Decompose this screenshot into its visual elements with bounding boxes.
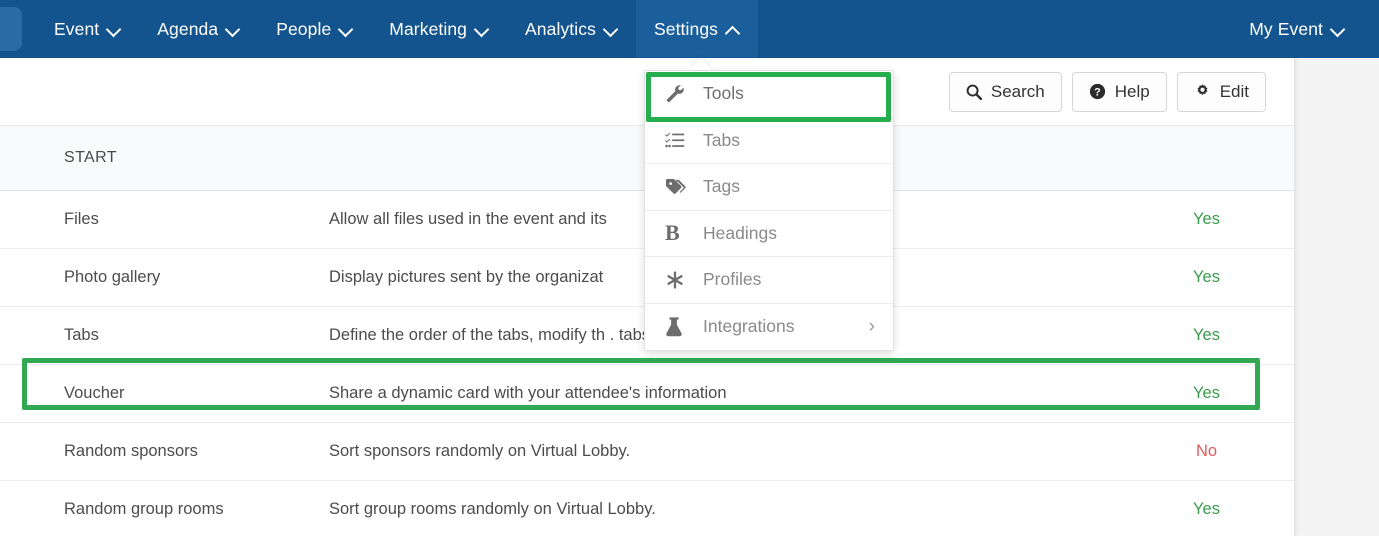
- row-value[interactable]: Yes: [1119, 268, 1294, 287]
- edit-button-label: Edit: [1219, 81, 1249, 101]
- menu-item-label: Profiles: [703, 269, 762, 290]
- menu-item-label: Tools: [703, 83, 744, 104]
- help-button[interactable]: ? Help: [1071, 71, 1167, 112]
- menu-item-profiles[interactable]: Profiles: [645, 257, 893, 304]
- tags-icon: [665, 178, 695, 196]
- row-name: Tabs: [64, 326, 99, 344]
- account-label: My Event: [1249, 18, 1323, 39]
- row-name: Voucher: [64, 384, 125, 402]
- chevron-down-icon: [227, 23, 240, 36]
- row-value[interactable]: Yes: [1119, 210, 1294, 229]
- row-value[interactable]: Yes: [1119, 326, 1294, 345]
- menu-item-label: Integrations: [703, 316, 795, 337]
- nav-item-marketing[interactable]: Marketing: [371, 0, 507, 58]
- row-value[interactable]: No: [1119, 442, 1294, 461]
- chevron-right-icon: ›: [868, 316, 875, 338]
- menu-item-tags[interactable]: Tags: [645, 164, 893, 211]
- row-name: Random group rooms: [64, 500, 224, 518]
- account-menu[interactable]: My Event: [1231, 19, 1363, 40]
- nav-item-event[interactable]: Event: [36, 0, 139, 58]
- row-description: Sort group rooms randomly on Virtual Lob…: [329, 500, 656, 518]
- chevron-down-icon: [476, 23, 489, 36]
- menu-item-tools[interactable]: Tools: [645, 71, 893, 118]
- edit-button[interactable]: Edit: [1176, 71, 1266, 112]
- main-nav-items: Event Agenda People Marketing Analytics: [36, 0, 759, 58]
- menu-item-tabs[interactable]: Tabs: [645, 117, 893, 164]
- menu-item-integrations[interactable]: Integrations ›: [645, 303, 893, 350]
- row-value[interactable]: Yes: [1119, 384, 1294, 403]
- nav-item-my-event[interactable]: My Event: [1231, 19, 1363, 40]
- table-row-voucher[interactable]: Voucher Share a dynamic card with your a…: [0, 365, 1294, 423]
- nav-item-people[interactable]: People: [258, 0, 371, 58]
- chevron-down-icon: [605, 23, 618, 36]
- nav-item-analytics[interactable]: Analytics: [507, 0, 636, 58]
- flask-icon: [665, 317, 695, 337]
- chevron-down-icon: [340, 23, 353, 36]
- nav-item-agenda[interactable]: Agenda: [139, 0, 258, 58]
- menu-item-label: Tags: [703, 176, 740, 197]
- row-value[interactable]: Yes: [1119, 500, 1294, 519]
- chevron-down-icon: [108, 23, 121, 36]
- asterisk-icon: [665, 270, 695, 290]
- nav-item-settings[interactable]: Settings: [635, 0, 759, 58]
- menu-item-label: Tabs: [703, 129, 740, 150]
- nav-item-label: Analytics: [525, 18, 596, 39]
- section-header-label: START: [64, 149, 117, 166]
- svg-text:?: ?: [1094, 87, 1101, 99]
- nav-item-label: Settings: [653, 18, 719, 39]
- app-root: Event Agenda People Marketing Analytics: [0, 0, 1379, 536]
- search-button[interactable]: Search: [948, 71, 1062, 112]
- help-button-label: Help: [1114, 81, 1150, 101]
- top-navigation-bar: Event Agenda People Marketing Analytics: [0, 0, 1379, 58]
- menu-item-label: Headings: [703, 222, 777, 243]
- brand-logo-tile[interactable]: [0, 7, 22, 51]
- nav-item-label: Event: [54, 18, 100, 39]
- bold-b-icon: B: [665, 220, 680, 246]
- nav-item-label: Marketing: [389, 18, 468, 39]
- table-row[interactable]: Random group rooms Sort group rooms rand…: [0, 481, 1294, 536]
- chevron-down-icon: [1332, 23, 1345, 36]
- search-icon: [966, 84, 982, 100]
- question-circle-icon: ?: [1089, 83, 1106, 100]
- row-description: Share a dynamic card with your attendee'…: [329, 384, 727, 402]
- settings-dropdown-menu: Tools Tabs Tags B Headings Profiles Inte…: [644, 70, 894, 351]
- nav-item-label: People: [276, 18, 332, 39]
- row-name: Photo gallery: [64, 268, 161, 286]
- dropdown-pointer-arrow: [690, 58, 712, 70]
- wrench-icon: [665, 84, 695, 104]
- nav-item-label: Agenda: [157, 18, 219, 39]
- row-description: Sort sponsors randomly on Virtual Lobby.: [329, 442, 631, 460]
- search-button-label: Search: [990, 81, 1045, 101]
- menu-item-headings[interactable]: B Headings: [645, 210, 893, 257]
- row-name: Files: [64, 210, 99, 228]
- row-name: Random sponsors: [64, 442, 198, 460]
- gear-icon: [1194, 83, 1211, 100]
- list-check-icon: [665, 132, 695, 148]
- table-row[interactable]: Random sponsors Sort sponsors randomly o…: [0, 423, 1294, 481]
- chevron-up-icon: [727, 23, 740, 36]
